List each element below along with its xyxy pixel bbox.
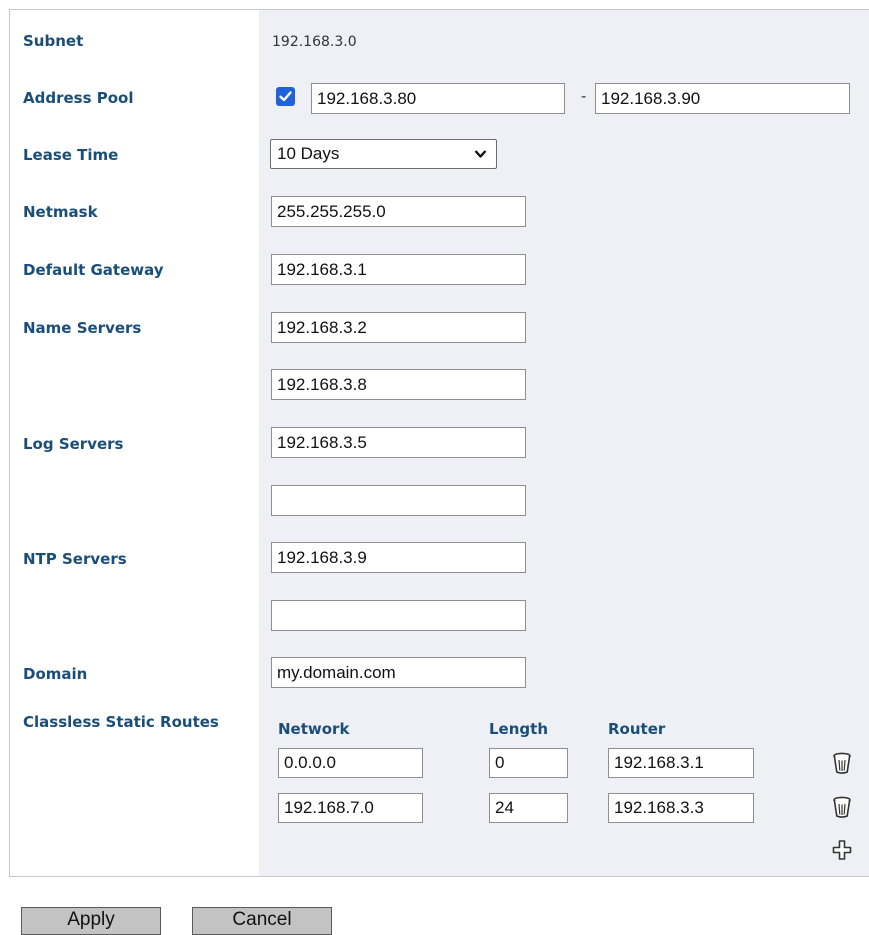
route-1-router-input[interactable] <box>608 748 754 778</box>
address-pool-end-input[interactable] <box>595 83 850 114</box>
log-servers-label: Log Servers <box>23 435 124 453</box>
name-server-1-input[interactable] <box>271 312 526 343</box>
log-server-1-input[interactable] <box>271 427 526 458</box>
address-pool-checkbox[interactable] <box>276 87 295 106</box>
ntp-servers-label: NTP Servers <box>23 550 127 568</box>
netmask-label: Netmask <box>23 203 98 221</box>
route-2-network-input[interactable] <box>278 793 423 823</box>
chevron-down-icon <box>474 150 487 158</box>
classless-static-routes-label: Classless Static Routes <box>23 713 219 731</box>
address-pool-label: Address Pool <box>23 89 134 107</box>
trash-icon[interactable] <box>832 795 852 819</box>
log-server-2-input[interactable] <box>271 485 526 516</box>
plus-icon[interactable] <box>832 839 852 861</box>
address-pool-start-input[interactable] <box>311 83 565 114</box>
route-2-router-input[interactable] <box>608 793 754 823</box>
lease-time-label: Lease Time <box>23 146 119 164</box>
default-gateway-label: Default Gateway <box>23 261 164 279</box>
name-servers-label: Name Servers <box>23 319 142 337</box>
subnet-value: 192.168.3.0 <box>272 34 357 50</box>
ntp-server-1-input[interactable] <box>271 542 526 573</box>
domain-label: Domain <box>23 665 88 683</box>
name-server-2-input[interactable] <box>271 369 526 400</box>
route-2-length-input[interactable] <box>489 793 568 823</box>
trash-icon[interactable] <box>832 751 852 775</box>
routes-length-header: Length <box>489 720 548 738</box>
subnet-label: Subnet <box>23 32 84 50</box>
domain-input[interactable] <box>271 657 526 688</box>
ntp-server-2-input[interactable] <box>271 600 526 631</box>
routes-router-header: Router <box>608 720 666 738</box>
address-pool-separator: - <box>581 88 587 105</box>
checkmark-icon <box>279 91 292 102</box>
lease-time-selected-value: 10 Days <box>277 144 340 163</box>
netmask-input[interactable] <box>271 196 526 227</box>
route-1-network-input[interactable] <box>278 748 423 778</box>
route-1-length-input[interactable] <box>489 748 568 778</box>
default-gateway-input[interactable] <box>271 254 526 285</box>
routes-network-header: Network <box>278 720 350 738</box>
lease-time-select[interactable]: 10 Days <box>270 139 497 169</box>
